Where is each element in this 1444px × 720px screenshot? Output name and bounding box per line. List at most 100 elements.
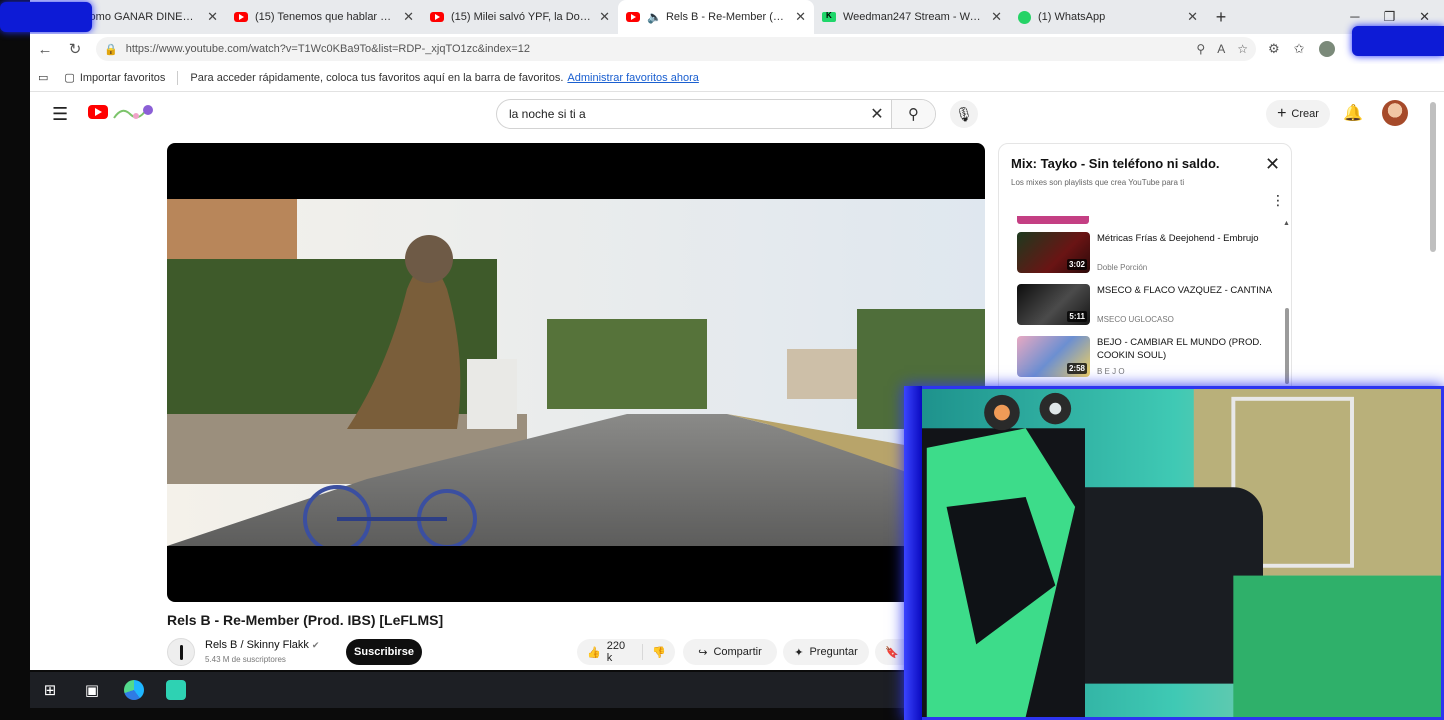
- video-player[interactable]: [167, 143, 985, 602]
- playlist-item[interactable]: 3:02 Métricas Frías & Deejohend - Embruj…: [1017, 232, 1279, 276]
- more-options-icon[interactable]: ⋮: [1271, 192, 1285, 209]
- create-label: Crear: [1291, 108, 1319, 120]
- user-avatar[interactable]: [1382, 100, 1408, 126]
- close-tab-icon[interactable]: ✕: [207, 9, 218, 25]
- channel-name[interactable]: Rels B / Skinny Flakk ✔: [205, 639, 319, 651]
- address-bar[interactable]: 🔒 https://www.youtube.com/watch?v=T1Wc0K…: [96, 37, 1256, 61]
- playlist-item[interactable]: 2:58 BEJO - CAMBIAR EL MUNDO (PROD. COOK…: [1017, 336, 1279, 380]
- stream-overlay-blue-top-left: [0, 2, 92, 32]
- maximize-icon[interactable]: ❐: [1383, 9, 1395, 25]
- page-scrollbar[interactable]: [1430, 102, 1436, 252]
- tab-title: (1) WhatsApp: [1038, 11, 1106, 23]
- menu-icon[interactable]: ☰: [52, 104, 68, 125]
- speaker-icon[interactable]: 🔈: [647, 10, 662, 24]
- like-button[interactable]: 👍 220 k: [577, 640, 644, 664]
- url-text: https://www.youtube.com/watch?v=T1Wc0KBa…: [125, 43, 530, 55]
- youtube-icon: [234, 12, 248, 22]
- tab-youtube-active[interactable]: 🔈 Rels B - Re-Member (Prod. IBS ✕: [618, 0, 814, 34]
- kick-icon: [822, 11, 836, 22]
- dislike-button[interactable]: 👎: [643, 646, 675, 659]
- playlist-scrollbar[interactable]: [1285, 308, 1289, 384]
- notifications-bell-icon[interactable]: 🔔: [1343, 103, 1363, 123]
- playlist-item-channel: B E J O: [1097, 367, 1125, 376]
- windows-start-icon[interactable]: ⊞: [40, 680, 60, 700]
- task-view-icon[interactable]: ▣: [82, 680, 102, 700]
- search-box[interactable]: ✕ ⚲: [496, 99, 936, 129]
- playlist-thumbnail: 3:02: [1017, 232, 1090, 273]
- search-input[interactable]: [509, 107, 863, 121]
- tab-title: (15) Tenemos que hablar de LA RE: [255, 11, 397, 23]
- like-count: 220 k: [606, 640, 626, 664]
- subscribe-button[interactable]: Suscribirse: [346, 639, 422, 665]
- close-tab-icon[interactable]: ✕: [599, 9, 610, 25]
- stream-overlay-blue-top-right: [1352, 26, 1444, 56]
- duration-badge: 3:02: [1066, 259, 1087, 270]
- address-bar-row: ← ↻ 🔒 https://www.youtube.com/watch?v=T1…: [30, 34, 1444, 64]
- import-folder-icon: ▢: [64, 72, 75, 84]
- edge-browser-icon[interactable]: [124, 680, 144, 700]
- search-icon[interactable]: ⚲: [891, 100, 935, 128]
- tab-title: (15) Milei salvó YPF, la Doma del C: [451, 11, 594, 23]
- youtube-icon: [626, 12, 640, 22]
- channel-row: Rels B / Skinny Flakk ✔ 5.43 M de suscrip…: [167, 636, 985, 670]
- share-button[interactable]: ↪ Compartir: [683, 639, 777, 665]
- back-arrow-icon[interactable]: ←: [30, 41, 60, 58]
- clear-search-icon[interactable]: ✕: [863, 104, 891, 124]
- close-tab-icon[interactable]: ✕: [991, 9, 1002, 25]
- read-aloud-icon[interactable]: A: [1217, 42, 1225, 56]
- windows-taskbar: ⊞ ▣: [30, 672, 904, 708]
- tab-youtube-2[interactable]: (15) Tenemos que hablar de LA RE ✕: [226, 0, 422, 34]
- scroll-up-arrow-icon[interactable]: ▲: [1283, 220, 1290, 227]
- close-tab-icon[interactable]: ✕: [1187, 9, 1198, 25]
- left-dark-strip: [0, 0, 30, 720]
- ask-button[interactable]: ✦ Preguntar: [783, 639, 869, 665]
- star-icon[interactable]: ☆: [1237, 42, 1248, 56]
- manage-favorites-link[interactable]: Administrar favoritos ahora: [567, 72, 698, 84]
- tab-kick[interactable]: Weedman247 Stream - Watch Live ✕: [814, 0, 1010, 34]
- overlay-glow-edge: [904, 386, 922, 720]
- close-window-icon[interactable]: ✕: [1419, 9, 1430, 25]
- new-tab-plus-icon[interactable]: +: [1206, 7, 1236, 28]
- like-dislike-group: 👍 220 k 👎: [577, 639, 675, 665]
- close-tab-icon[interactable]: ✕: [403, 9, 414, 25]
- share-icon: ↪: [698, 646, 708, 659]
- playlist-item[interactable]: 5:11 MSECO & FLACO VAZQUEZ - CANTINA MSE…: [1017, 284, 1279, 328]
- zoom-icon[interactable]: ⚲: [1196, 42, 1205, 56]
- import-favorites-link[interactable]: Importar favoritos: [80, 72, 166, 84]
- lock-icon[interactable]: 🔒: [104, 43, 118, 56]
- whatsapp-icon: [1018, 10, 1031, 24]
- youtube-logo[interactable]: [88, 105, 108, 119]
- screen: (15) Como GANAR DINERO vendie ✕ (15) Ten…: [0, 0, 1444, 720]
- video-title: Rels B - Re-Member (Prod. IBS) [LeFLMS]: [167, 612, 444, 628]
- subscriber-count: 5.43 M de suscriptores: [205, 655, 286, 664]
- profile-avatar[interactable]: [1318, 41, 1335, 57]
- app-icon[interactable]: [166, 680, 186, 700]
- close-tab-icon[interactable]: ✕: [795, 9, 806, 25]
- playlist-item-channel: Doble Porción: [1097, 263, 1148, 272]
- previous-item-thumbnail-partial[interactable]: [1017, 216, 1089, 224]
- plus-icon: +: [1277, 105, 1287, 122]
- tab-title: Rels B - Re-Member (Prod. IBS: [665, 11, 789, 23]
- window-controls: ─ ❐ ✕: [1350, 9, 1444, 25]
- favorites-bar-icon[interactable]: ▭: [38, 71, 48, 84]
- favorites-hint: Para acceder rápidamente, coloca tus fav…: [190, 71, 564, 84]
- reload-icon[interactable]: ↻: [60, 40, 90, 58]
- favorites-icon[interactable]: ✩: [1294, 41, 1305, 57]
- favorites-bar: ▭ ▢ Importar favoritos Para acceder rápi…: [30, 64, 1444, 92]
- tab-whatsapp[interactable]: (1) WhatsApp ✕: [1010, 0, 1206, 34]
- tab-youtube-3[interactable]: (15) Milei salvó YPF, la Doma del C ✕: [422, 0, 618, 34]
- create-button[interactable]: + Crear: [1266, 100, 1330, 128]
- youtube-header: ☰ ✕ ⚲ 🎙 + Crear 🔔: [30, 92, 1444, 136]
- youtube-doodle-logo[interactable]: [112, 102, 154, 122]
- extensions-icon[interactable]: ⚙: [1268, 41, 1280, 57]
- minimize-icon[interactable]: ─: [1350, 9, 1359, 25]
- browser-toolbar-icons: ⚙ ✩: [1268, 41, 1335, 57]
- channel-avatar[interactable]: [167, 638, 195, 666]
- playlist-item-title: Métricas Frías & Deejohend - Embrujo: [1097, 233, 1259, 244]
- microphone-icon[interactable]: 🎙: [950, 100, 978, 128]
- video-frame-cyclist: [167, 199, 985, 546]
- share-label: Compartir: [713, 646, 762, 658]
- playlist-subtitle: Los mixes son playlists que crea YouTube…: [1011, 178, 1185, 187]
- verified-icon: ✔: [311, 640, 320, 650]
- close-playlist-icon[interactable]: ✕: [1265, 154, 1280, 175]
